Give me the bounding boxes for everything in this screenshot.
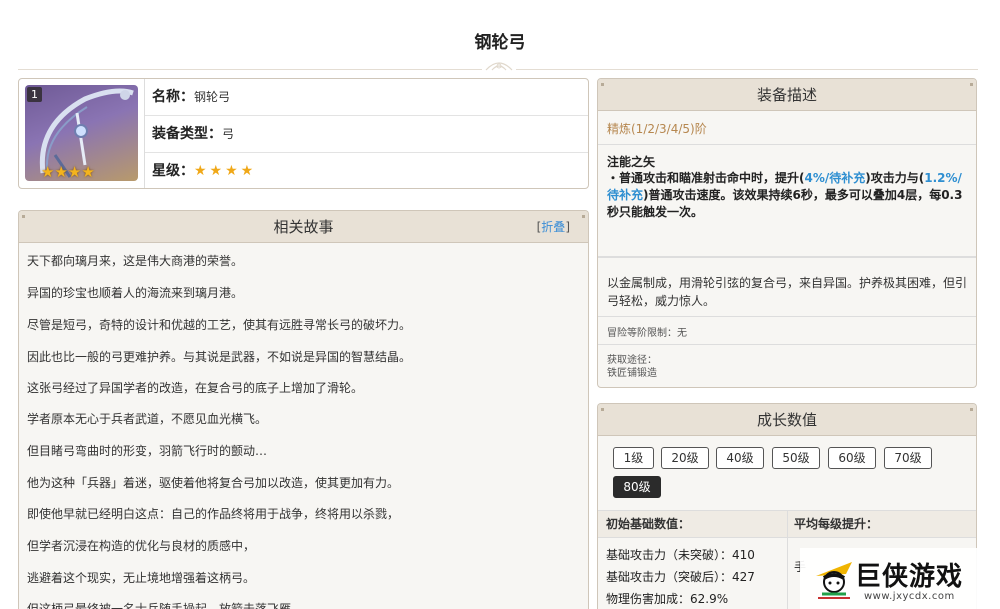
- passive-name: 注能之矢: [607, 155, 656, 169]
- flavor-text: 以金属制成，用滑轮引弦的复合弓，来自异国。护养极其困难，但引弓轻松，威力惊人。: [607, 276, 968, 308]
- description-panel: 装备描述 精炼(1/2/3/4/5)阶 注能之矢 ・普通攻击和瞄准射击命中时，提…: [597, 78, 977, 388]
- story-line: 但这柄弓最终被一名士兵随手操起，放箭击落飞雁。: [27, 602, 304, 609]
- page-title: 钢轮弓: [474, 33, 526, 53]
- watermark-url: www.jxycdx.com: [864, 591, 955, 602]
- story-line: 尽管是短弓，奇特的设计和优越的工艺，使其有远胜寻常长弓的破坏力。: [27, 318, 412, 332]
- source-value: 铁匠铺锻造: [607, 368, 657, 379]
- weapon-image: 1 ★★★★: [25, 85, 138, 181]
- type-value: 弓: [222, 127, 235, 141]
- type-row: 装备类型：弓: [145, 116, 588, 153]
- story-line: 但学者沉浸在构造的优化与良材的质感中，: [27, 539, 256, 553]
- level-button-80[interactable]: 80级: [613, 476, 661, 498]
- story-header: 相关故事 [折叠]: [19, 211, 588, 243]
- description-header: 装备描述: [598, 79, 976, 111]
- refine-text: 精炼(1/2/3/4/5)阶: [607, 122, 707, 136]
- story-panel: 相关故事 [折叠] 天下都向璃月来，这是伟大商港的荣誉。 异国的珍宝也顺着人的海…: [18, 210, 589, 609]
- name-label: 名称：: [152, 89, 194, 105]
- ascension-limit: 冒险等阶限制：无: [607, 328, 687, 339]
- story-line: 即使他早就已经明白这点：自己的作品终将用于战争，终将用以杀戮，: [27, 507, 400, 521]
- stat-row: 物理伤害加成：62.9%: [606, 592, 729, 606]
- source-section: 获取途径： 铁匠铺锻造: [598, 345, 976, 387]
- ornament-icon: [482, 58, 516, 74]
- story-line: 天下都向璃月来，这是伟大商港的荣誉。: [27, 254, 244, 268]
- level-badge: 1: [27, 87, 42, 102]
- level-button-1[interactable]: 1级: [613, 447, 654, 469]
- refine-section: 精炼(1/2/3/4/5)阶: [598, 112, 976, 145]
- story-line: 逃避着这个现实，无止境地增强着这柄弓。: [27, 571, 256, 585]
- story-title: 相关故事: [273, 218, 334, 236]
- passive-description: ・普通攻击和瞄准射击命中时，提升(4%/待补充)攻击力与(1.2%/待补充)普通…: [607, 171, 963, 219]
- passive-section: 注能之矢 ・普通攻击和瞄准射击命中时，提升(4%/待补充)攻击力与(1.2%/待…: [598, 145, 976, 257]
- story-line: 因此也比一般的弓更难护养。与其说是武器，不如说是异国的智慧结晶。: [27, 350, 412, 364]
- story-line: 这张弓经过了异国学者的改造，在复合弓的底子上增加了滑轮。: [27, 381, 364, 395]
- watermark-title: 巨侠游戏: [855, 562, 964, 592]
- source-label: 获取途径：: [607, 355, 657, 366]
- story-line: 学者原本无心于兵者武道，不愿见血光横飞。: [27, 412, 268, 426]
- type-label: 装备类型：: [152, 126, 222, 142]
- fold-link[interactable]: 折叠: [541, 220, 565, 234]
- site-watermark: 巨侠游戏 www.jxycdx.com: [800, 548, 1000, 609]
- flavor-section: 以金属制成，用滑轮引弦的复合弓，来自异国。护养极其困难，但引弓轻松，威力惊人。: [598, 257, 976, 317]
- story-line: 他为这种「兵器」着迷，驱使着他将复合弓加以改造，使其更加有力。: [27, 476, 400, 490]
- ascension-section: 冒险等阶限制：无: [598, 317, 976, 345]
- rarity-row: 星级：★★★★: [145, 153, 588, 190]
- level-button-70[interactable]: 70级: [884, 447, 932, 469]
- fold-toggle[interactable]: [折叠]: [537, 211, 570, 243]
- story-line: 但目睹弓弯曲时的形变，羽箭飞行时的颤动…: [27, 444, 268, 458]
- growth-header: 成长数值: [598, 404, 976, 436]
- stat-row: 基础攻击力（未突破）：410: [606, 548, 755, 562]
- weapon-info-card: 1 ★★★★ 名称：钢轮弓 装备类型：弓 星级：★★★★: [18, 78, 589, 189]
- stat-row: 基础攻击力（突破后）：427: [606, 570, 755, 584]
- mascot-logo-icon: [816, 562, 852, 599]
- story-line: 异国的珍宝也顺着人的海流来到璃月港。: [27, 286, 244, 300]
- table-divider: [787, 510, 788, 609]
- level-button-50[interactable]: 50级: [772, 447, 820, 469]
- level-button-40[interactable]: 40级: [716, 447, 764, 469]
- rarity-stars-overlay: ★★★★: [41, 163, 95, 181]
- base-values-header: 初始基础数值：: [606, 517, 691, 531]
- level-button-60[interactable]: 60级: [828, 447, 876, 469]
- passive-value-1: 4%/待补充: [804, 171, 866, 185]
- level-button-20[interactable]: 20级: [661, 447, 709, 469]
- name-value: 钢轮弓: [194, 90, 231, 104]
- per-level-header: 平均每级提升：: [794, 517, 879, 531]
- rarity-label: 星级：: [152, 163, 194, 179]
- rarity-stars: ★★★★: [194, 163, 257, 179]
- name-row: 名称：钢轮弓: [145, 79, 588, 116]
- description-title: 装备描述: [756, 86, 817, 104]
- growth-title: 成长数值: [756, 411, 817, 429]
